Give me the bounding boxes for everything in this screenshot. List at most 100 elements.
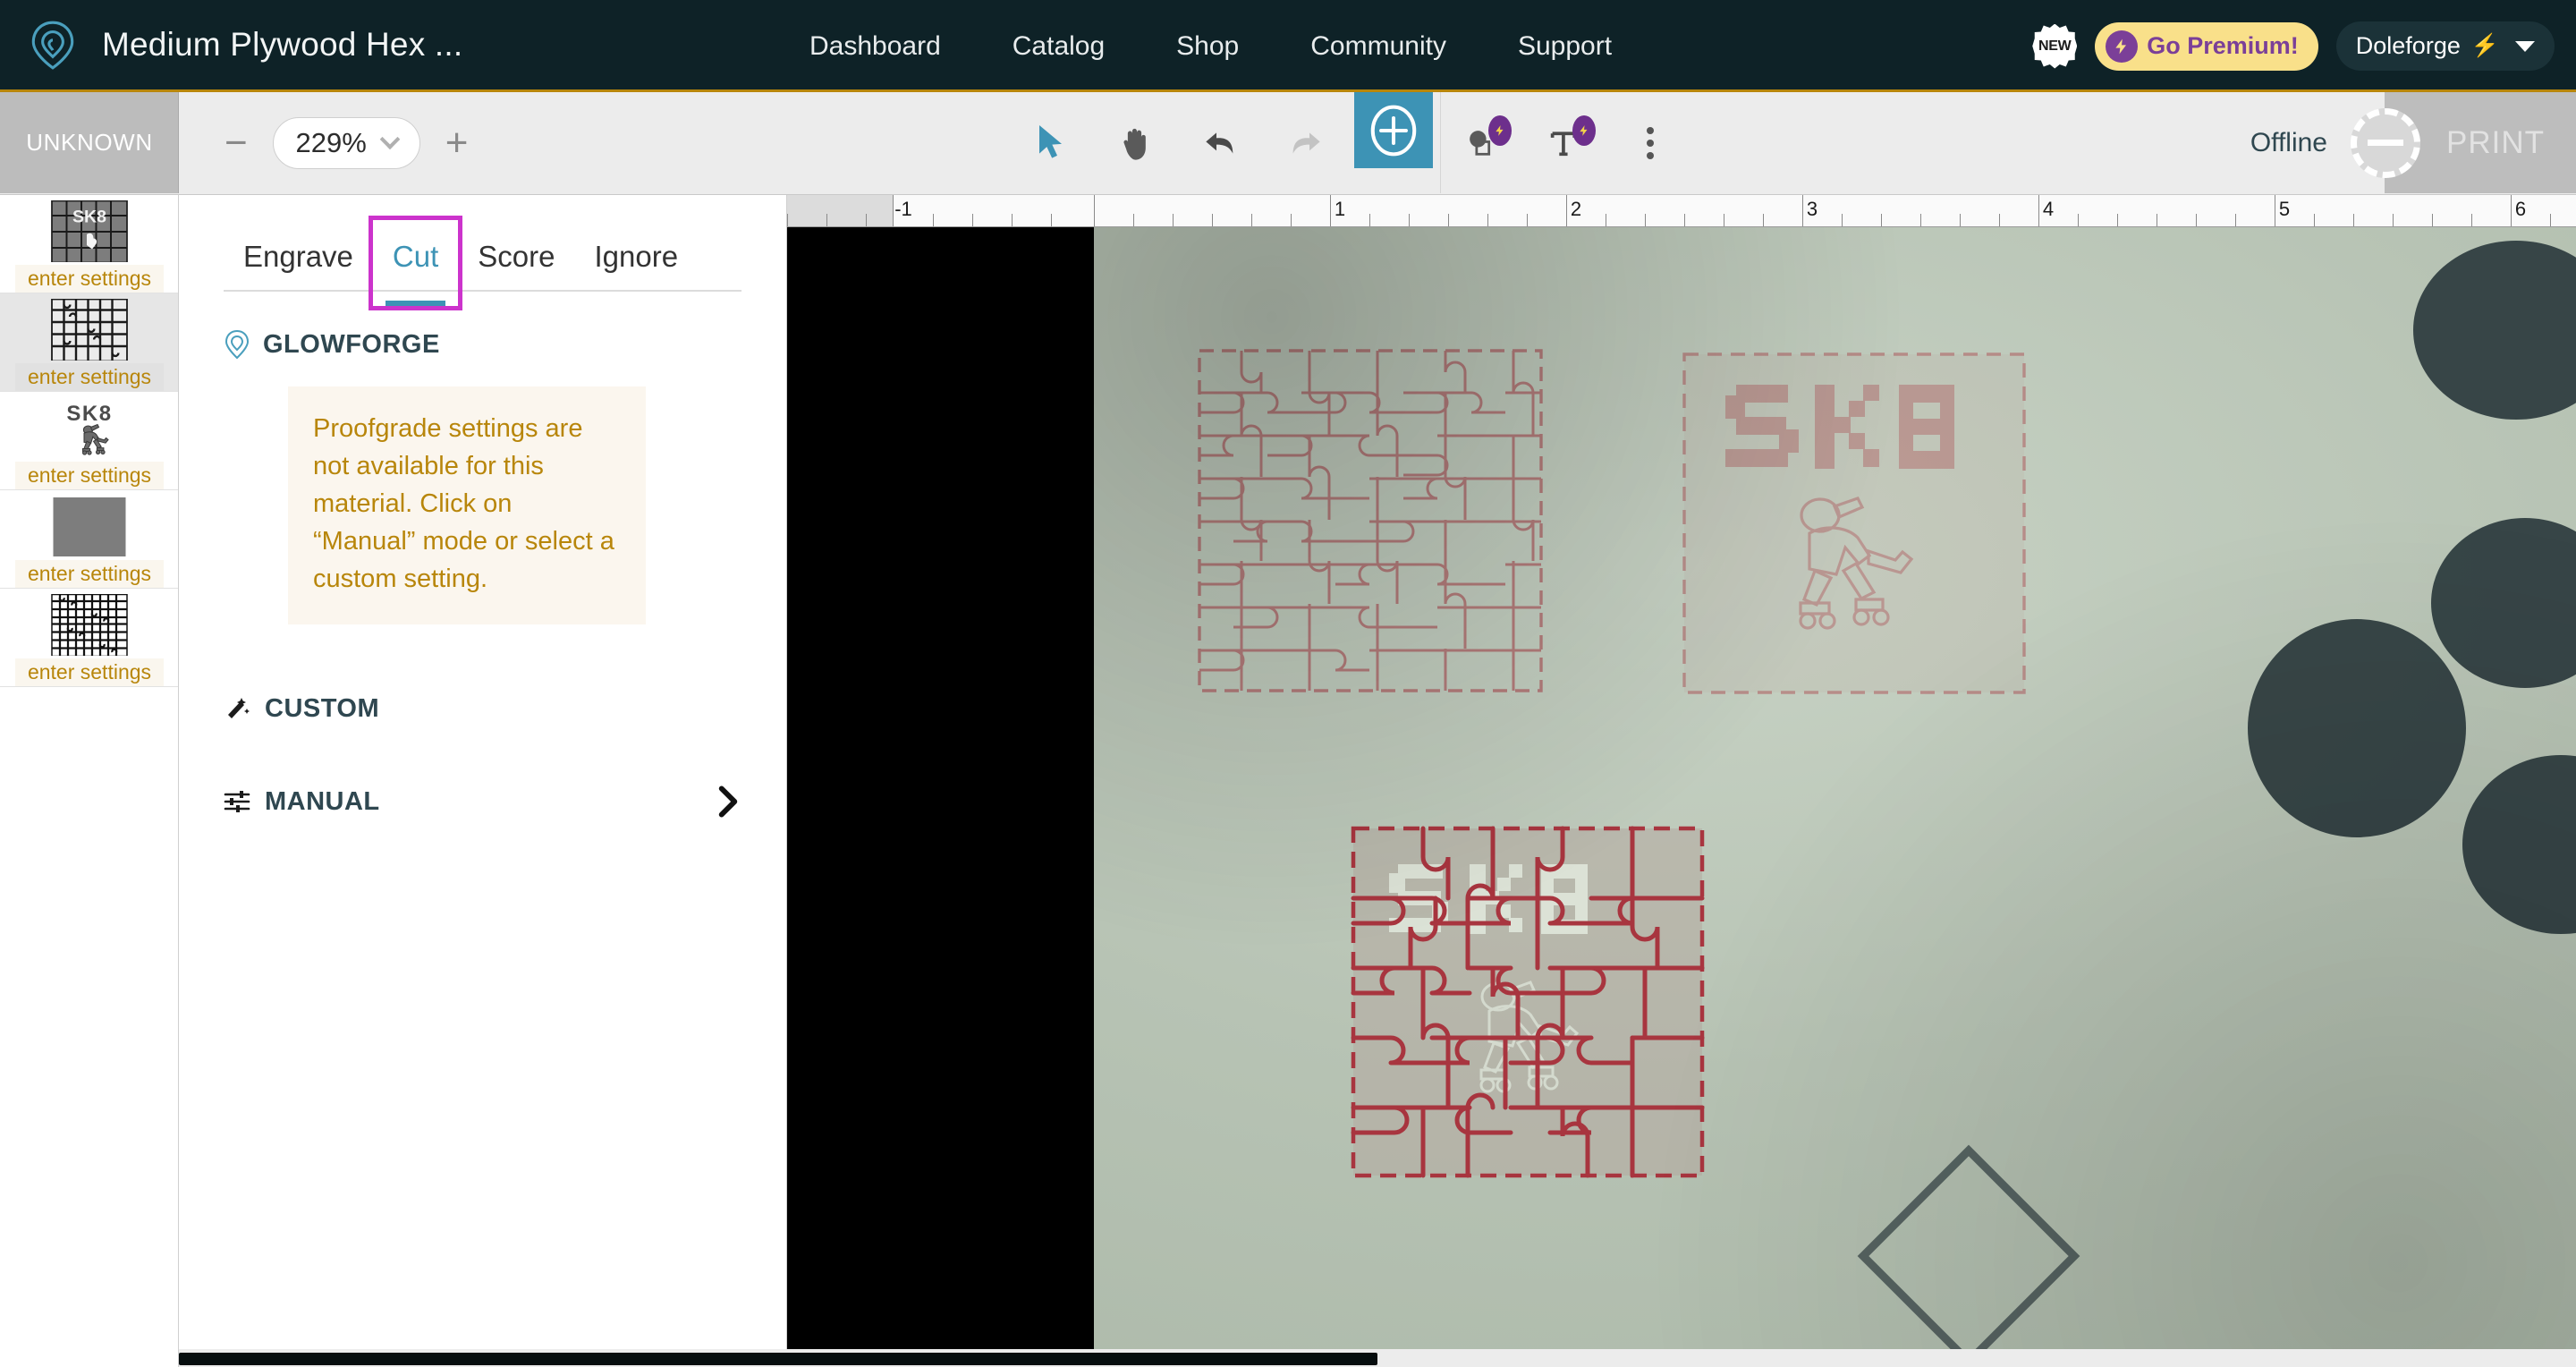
svg-text:SK8: SK8 (66, 402, 112, 426)
user-name: Doleforge (2356, 32, 2461, 60)
hand-icon (1118, 123, 1156, 163)
custom-settings-label: CUSTOM (265, 694, 379, 724)
thumbnail-art-puzzle-sk8-dark: SK8 (48, 200, 131, 262)
document-title[interactable]: Medium Plywood Hex ... (102, 26, 462, 64)
nav-item-community[interactable]: Community (1310, 31, 1446, 62)
go-premium-button[interactable]: Go Premium! (2095, 22, 2318, 71)
magic-wand-icon (224, 696, 250, 721)
zoom-controls: − 229% + (219, 92, 473, 193)
plus-circle-icon (1366, 103, 1421, 158)
go-premium-label: Go Premium! (2147, 32, 2299, 60)
horizontal-ruler[interactable]: -1 1 2 3 4 (787, 195, 2576, 227)
minus-glyph (2368, 140, 2403, 146)
lightning-bolt-icon (2106, 30, 2138, 63)
user-bolt-icon: ⚡ (2471, 33, 2499, 59)
manual-settings-label: MANUAL (265, 787, 380, 817)
undo-button[interactable] (1179, 92, 1263, 193)
kebab-menu-icon (1647, 127, 1654, 159)
design-canvas[interactable] (787, 227, 2576, 1353)
thumbnail-item[interactable]: enter settings (0, 490, 179, 589)
main-nav-links: Dashboard Catalog Shop Community Support (809, 0, 1612, 92)
chevron-down-icon (2515, 41, 2535, 52)
ruler-label: 3 (1807, 198, 1818, 221)
thumbnail-item[interactable]: enter settings (0, 589, 179, 687)
laser-bed-surface[interactable] (1094, 227, 2576, 1353)
ruler-label: 5 (2279, 198, 2290, 221)
manual-settings-row[interactable]: MANUAL (179, 760, 786, 843)
editor-toolbar: UNKNOWN − 229% + (0, 92, 2576, 195)
thumbnail-art-puzzle-dense (48, 594, 131, 656)
thumbnail-art-puzzle-grid-light (48, 299, 131, 361)
ruler-label: 6 (2515, 198, 2526, 221)
enter-settings-link[interactable]: enter settings (15, 560, 164, 588)
design-sk8-puzzle-selected (1353, 828, 1702, 1176)
ruler-label: 1 (1335, 198, 1345, 221)
design-sk8-engrave-unselected (1684, 354, 2024, 692)
material-unknown-button[interactable]: UNKNOWN (0, 92, 179, 193)
redo-button[interactable] (1263, 92, 1347, 193)
tab-engrave[interactable]: Engrave (224, 231, 373, 290)
thumbnail-item[interactable]: enter settings (0, 293, 179, 392)
design-puzzle-grid-unselected (1199, 351, 1541, 691)
zoom-out-button[interactable]: − (219, 123, 253, 163)
tool-buttons-group (1011, 92, 1692, 193)
cursor-arrow-icon (1035, 123, 1071, 163)
nav-right-group: NEW Go Premium! Doleforge ⚡ (2032, 0, 2555, 92)
premium-bolt-badge (1572, 115, 1596, 146)
tab-score[interactable]: Score (458, 231, 574, 290)
enter-settings-link[interactable]: enter settings (15, 363, 164, 391)
top-navigation-bar: Medium Plywood Hex ... Dashboard Catalog… (0, 0, 2576, 92)
enter-settings-link[interactable]: enter settings (15, 462, 164, 489)
thumbnail-art-sk8-skater: SK8 (48, 397, 131, 459)
chevron-right-icon (715, 785, 741, 819)
svg-text:SK8: SK8 (72, 207, 106, 226)
ruler-label: 2 (1571, 198, 1581, 221)
thumbnail-item[interactable]: SK8 enter settings (0, 392, 179, 490)
ruler-offbed-shade (787, 195, 893, 227)
glowforge-settings-section: GLOWFORGE (179, 292, 786, 360)
chevron-down-icon (380, 129, 401, 149)
undo-arrow-icon (1201, 125, 1241, 161)
glowforge-section-title: GLOWFORGE (263, 330, 440, 360)
glowforge-logo-icon[interactable] (25, 17, 80, 72)
thumbnail-item[interactable]: SK8 enter settings (0, 195, 179, 293)
scrollbar-thumb[interactable] (179, 1353, 1377, 1365)
tab-ignore[interactable]: Ignore (575, 231, 699, 290)
ruler-label: -1 (894, 198, 912, 221)
select-tool-button[interactable] (1011, 92, 1095, 193)
add-artwork-button[interactable] (1354, 92, 1433, 168)
custom-settings-row[interactable]: CUSTOM (179, 667, 786, 750)
proofgrade-warning-text: Proofgrade settings are not available fo… (313, 410, 621, 598)
bed-artwork-layer (1094, 227, 2576, 1353)
nav-item-catalog[interactable]: Catalog (1013, 31, 1105, 62)
new-badge: NEW (2032, 24, 2077, 69)
sliders-icon (224, 789, 250, 814)
shape-tool-button[interactable] (1440, 92, 1524, 193)
zoom-level-select[interactable]: 229% (273, 117, 420, 169)
enter-settings-link[interactable]: enter settings (15, 658, 164, 686)
nav-item-dashboard[interactable]: Dashboard (809, 31, 941, 62)
print-status-group: Offline PRINT (2250, 92, 2576, 193)
redo-arrow-icon (1285, 125, 1325, 161)
user-account-menu[interactable]: Doleforge ⚡ (2336, 21, 2555, 71)
dashed-circle-minus-icon (2351, 108, 2420, 178)
thumbnail-art-solid-rectangle (48, 496, 131, 557)
text-tool-button[interactable] (1524, 92, 1608, 193)
glowforge-logo-icon (224, 329, 250, 360)
pan-tool-button[interactable] (1095, 92, 1179, 193)
premium-bolt-badge (1488, 115, 1512, 146)
more-options-button[interactable] (1608, 92, 1692, 193)
nav-item-support[interactable]: Support (1518, 31, 1612, 62)
material-label: UNKNOWN (26, 129, 152, 157)
ruler-label: 4 (2043, 198, 2054, 221)
proofgrade-warning: Proofgrade settings are not available fo… (288, 386, 646, 624)
horizontal-scrollbar[interactable] (179, 1349, 2576, 1367)
tab-cut[interactable]: Cut (373, 220, 458, 306)
cut-settings-panel: Engrave Cut Score Ignore GLOWFORGE Proof… (179, 195, 787, 1349)
artwork-thumbnail-rail[interactable]: SK8 enter settings enter settings (0, 195, 179, 1367)
nav-item-shop[interactable]: Shop (1176, 31, 1239, 62)
enter-settings-link[interactable]: enter settings (15, 265, 164, 293)
zoom-in-button[interactable]: + (440, 123, 474, 163)
printer-status-label: Offline (2250, 128, 2327, 158)
operation-tabs: Engrave Cut Score Ignore (179, 195, 786, 290)
